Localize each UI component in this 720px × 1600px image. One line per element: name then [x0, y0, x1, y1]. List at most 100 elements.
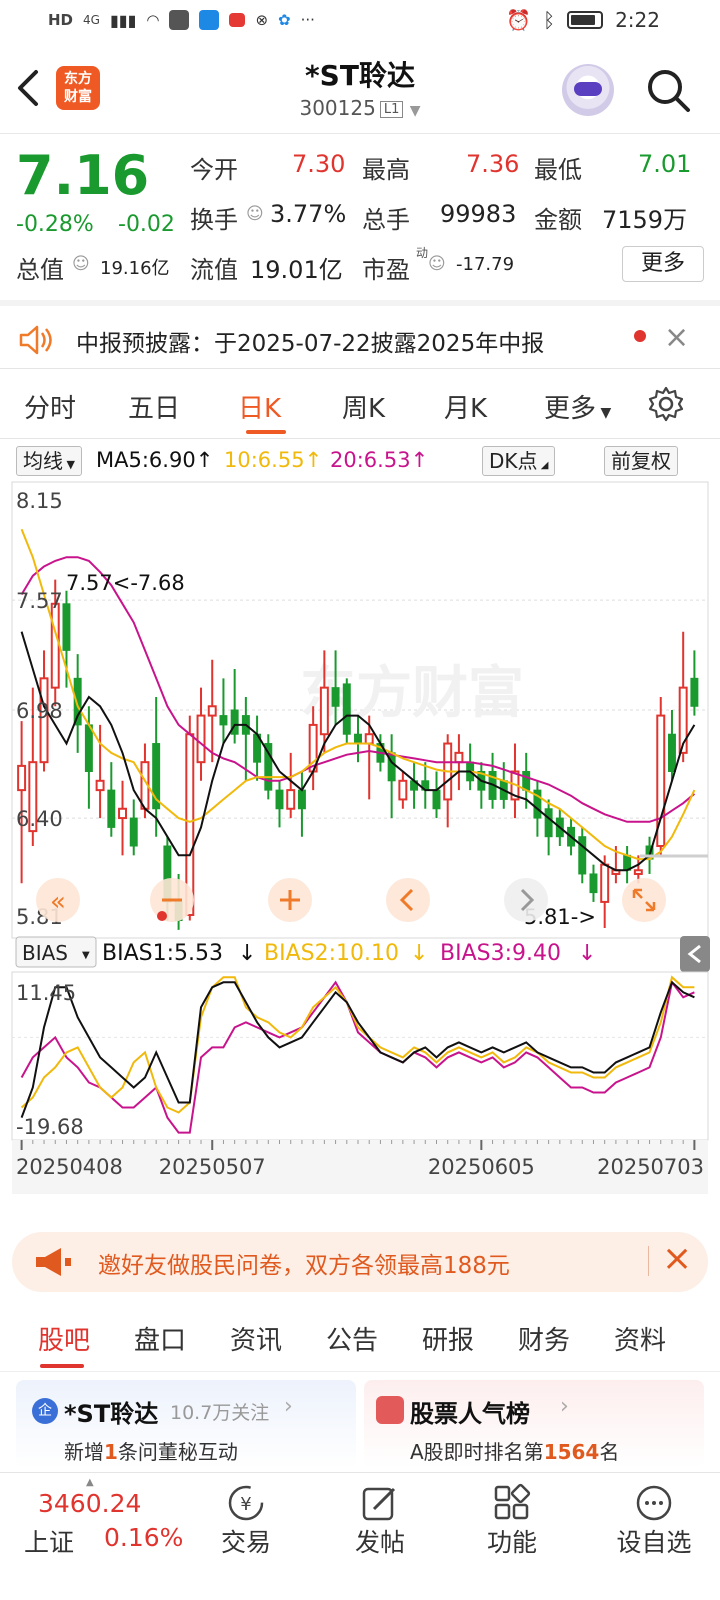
- caret-up-icon: ▲: [86, 1477, 94, 1488]
- more-quote-button[interactable]: 更多: [622, 246, 704, 282]
- qa-update-text: 新增1条问董秘互动: [64, 1436, 238, 1465]
- float-cap-value: 19.01亿: [250, 256, 343, 284]
- edit-icon: [362, 1487, 396, 1521]
- turnover-value: 3.77%: [270, 200, 347, 228]
- ma-indicator-select[interactable]: 均线 ▼: [16, 446, 82, 476]
- chart-control-bar: 均线 ▼ MA5:6.90↑ 10:6.55↑ 20:6.53↑ DK点 ◢ 前…: [12, 444, 708, 480]
- dropdown-arrow-icon: ▼: [82, 950, 90, 961]
- tab-daily-k[interactable]: 日K: [238, 388, 281, 425]
- nav-post[interactable]: 发帖: [330, 1473, 430, 1600]
- tab-intraday[interactable]: 分时: [24, 388, 76, 425]
- nav-features-label: 功能: [486, 1528, 537, 1557]
- tab-more-label: 更多: [544, 394, 597, 424]
- ma5-label: MA5:6.90↑: [96, 448, 214, 472]
- adjust-mode-button[interactable]: 前复权: [604, 446, 678, 476]
- survey-banner[interactable]: 邀好友做股民问卷，双方各领最高188元 ×: [12, 1232, 708, 1292]
- turnover-label: 换手: [190, 206, 238, 234]
- candle-body-down: [297, 789, 306, 810]
- tab-weekly-k[interactable]: 周K: [342, 388, 385, 425]
- banner-text: 邀好友做股民问卷，双方各领最高188元: [98, 1253, 510, 1279]
- bias2-arrow: ↓: [410, 941, 428, 966]
- info-icon[interactable]: ☺: [246, 204, 264, 224]
- step-left-button[interactable]: [386, 878, 430, 922]
- pe-label: 市盈: [362, 256, 410, 284]
- dk-point-button[interactable]: DK点 ◢: [482, 446, 556, 476]
- notice-bar[interactable]: 中报预披露：于2025-07-22披露2025年中报 ×: [0, 306, 720, 374]
- more-dots-icon: ···: [300, 11, 315, 29]
- tab-guba[interactable]: 股吧: [38, 1320, 90, 1357]
- alarm-icon: ⏰: [506, 8, 532, 32]
- nav-features[interactable]: 功能: [462, 1473, 562, 1600]
- candle-body-down: [690, 677, 699, 707]
- date-tick-label: 20250408: [16, 1155, 123, 1179]
- candle-body-up: [600, 863, 610, 903]
- candle-body-down: [331, 687, 340, 707]
- tab-research[interactable]: 研报: [422, 1320, 474, 1357]
- index-ticker[interactable]: ▲ 3460.24 上证 0.16%: [0, 1473, 183, 1600]
- bluetooth-icon: ᛒ: [543, 8, 556, 32]
- candle-body-down: [129, 817, 138, 847]
- bias-select-label: BIAS: [22, 941, 68, 965]
- candle-body-down: [62, 603, 71, 651]
- info-icon[interactable]: ☺: [72, 254, 90, 274]
- settings-gear-icon[interactable]: [646, 384, 686, 424]
- bias-chart-frame: [11, 971, 709, 1141]
- grid-apps-icon: [494, 1483, 531, 1520]
- assistant-robot-avatar[interactable]: [562, 64, 614, 116]
- nav-trade-label: 交易: [220, 1528, 271, 1557]
- candle-body-down: [354, 733, 362, 745]
- corner-triangle-icon: ◢: [537, 460, 549, 471]
- tab-monthly-k[interactable]: 月K: [444, 388, 487, 425]
- tab-order-book[interactable]: 盘口: [134, 1320, 186, 1357]
- y-tick-label: 7.57: [16, 589, 63, 613]
- tab-more[interactable]: 更多 ▼: [544, 388, 611, 425]
- candle-body-down: [578, 836, 587, 875]
- close-notice-icon[interactable]: ×: [664, 320, 689, 355]
- tab-announcements[interactable]: 公告: [326, 1320, 378, 1357]
- company-badge-icon: 企: [32, 1398, 58, 1424]
- ma10-label: 10:6.55↑: [224, 448, 323, 472]
- low-value: 7.01: [638, 150, 692, 178]
- tab-financials[interactable]: 财务: [518, 1320, 570, 1357]
- nav-trade[interactable]: ¥ 交易: [196, 1473, 296, 1600]
- event-marker-dot: [157, 911, 167, 921]
- rank-text: A股即时排名第1564名: [410, 1436, 619, 1465]
- kline-chart-area[interactable]: 东方财富 8.157.576.986.405.81 7.57<-7.68 5.8…: [0, 480, 720, 1220]
- info-icon[interactable]: ☺: [428, 254, 446, 274]
- candle-body-up: [118, 807, 128, 820]
- wifi-icon: ◠: [146, 11, 160, 29]
- dk-label: DK点: [489, 449, 538, 473]
- nav-add-watchlist[interactable]: 设自选: [594, 1473, 714, 1600]
- tab-five-day[interactable]: 五日: [128, 388, 180, 425]
- candle-body-down: [275, 789, 284, 810]
- rank-number: 1564: [543, 1440, 600, 1464]
- double-left-icon: «: [50, 887, 66, 917]
- candle-body-down: [667, 733, 676, 772]
- search-button[interactable]: [644, 66, 692, 114]
- company-card[interactable]: 企 *ST聆达 10.7万关注 › 新增1条问董秘互动: [16, 1380, 356, 1468]
- vpn-icon: ⊗: [255, 11, 269, 29]
- volume-label: 总手: [362, 206, 410, 234]
- ma20-value: 20:6.53: [330, 448, 411, 472]
- weather-notification-icon: [199, 10, 220, 30]
- qa-count: 1: [104, 1440, 118, 1464]
- popularity-card[interactable]: 股票人气榜 › A股即时排名第1564名: [364, 1380, 704, 1468]
- float-cap-label: 流值: [190, 256, 238, 284]
- market-cap-value: 19.16亿: [100, 258, 170, 279]
- ranking-chart-icon: [376, 1396, 404, 1424]
- candle-body-up: [196, 714, 206, 764]
- tab-news[interactable]: 资讯: [230, 1320, 282, 1357]
- tab-profile[interactable]: 资料: [614, 1320, 666, 1357]
- close-banner-icon[interactable]: ×: [662, 1238, 692, 1279]
- fullscreen-button[interactable]: [622, 878, 666, 922]
- nav-add-watchlist-label: 设自选: [616, 1528, 692, 1557]
- bias1-arrow: ↓: [238, 941, 256, 966]
- candle-body-up: [286, 789, 296, 810]
- change-percent: -0.28%: [16, 212, 94, 237]
- high-label: 最高: [362, 156, 410, 184]
- candle-body-down: [219, 715, 228, 726]
- collapse-side-button[interactable]: [680, 936, 710, 972]
- banner-divider: [648, 1246, 649, 1276]
- step-right-button[interactable]: [504, 878, 548, 922]
- max-price-annotation: 7.57<-7.68: [66, 571, 185, 595]
